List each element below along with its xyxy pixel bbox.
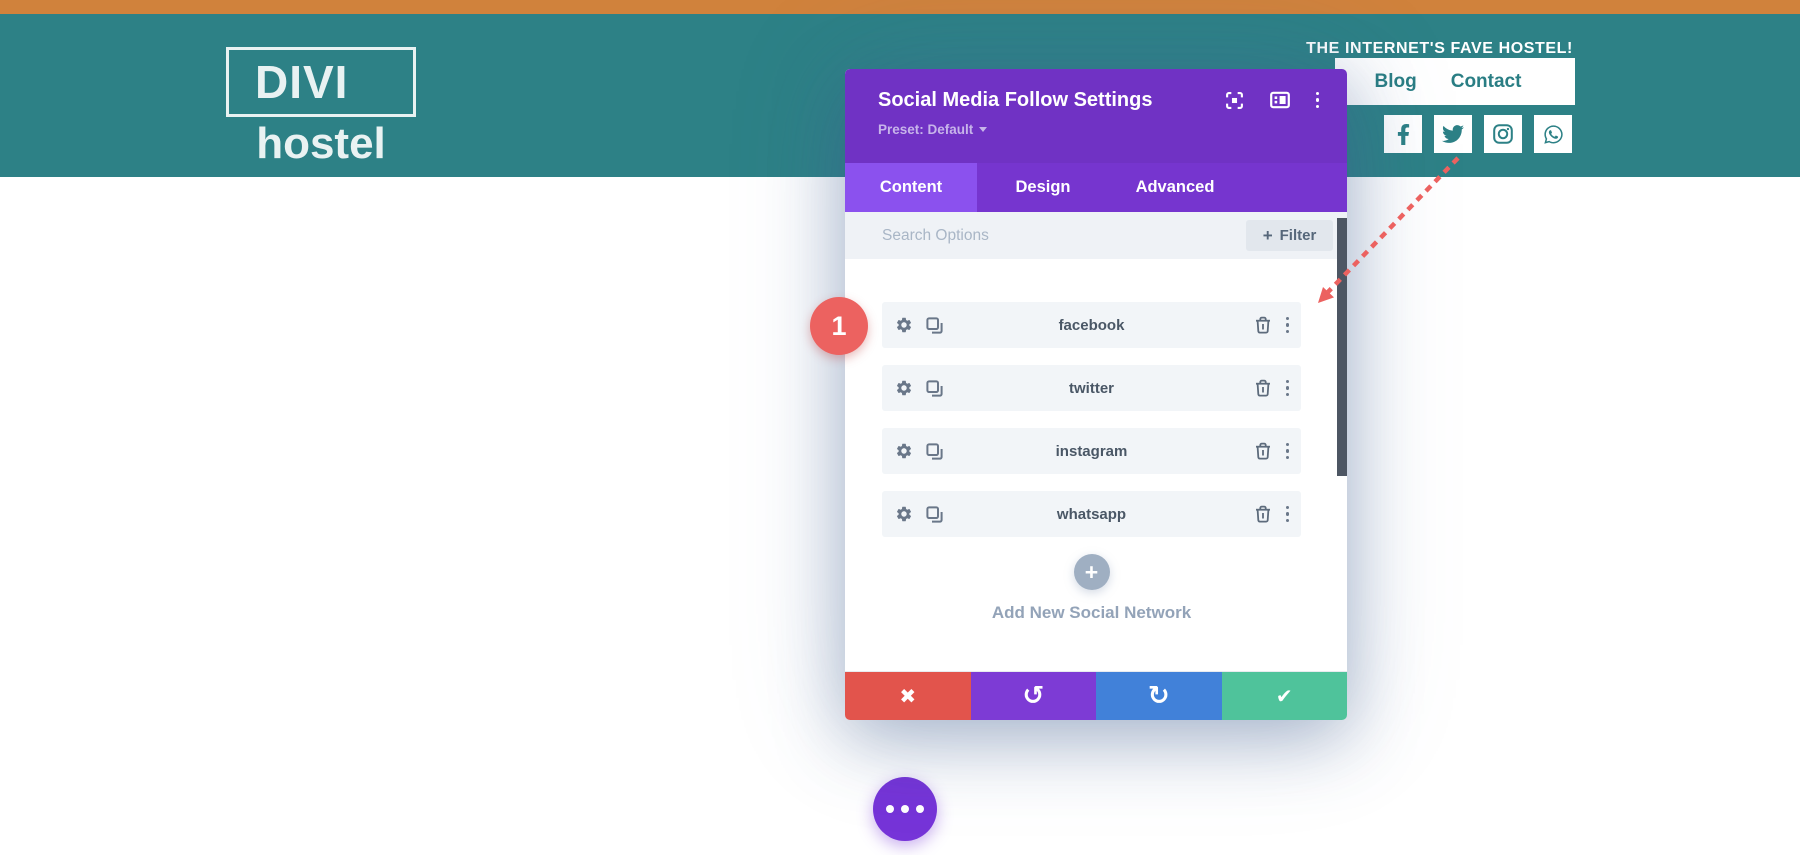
search-options-row: + Filter	[845, 212, 1347, 259]
instagram-icon	[1493, 124, 1513, 144]
modal-scrollbar[interactable]	[1337, 218, 1347, 476]
row-menu-kebab-icon[interactable]	[1285, 442, 1289, 460]
tab-advanced[interactable]: Advanced	[1109, 163, 1241, 212]
undo-button[interactable]: ↺	[970, 672, 1096, 720]
dot-icon	[901, 805, 909, 813]
close-icon: ✖	[899, 684, 917, 708]
whatsapp-icon	[1543, 124, 1563, 144]
twitter-link[interactable]	[1434, 115, 1472, 153]
modal-footer: ✖ ↺ ↻ ✔	[845, 671, 1347, 720]
dot-icon	[886, 805, 894, 813]
duplicate-icon[interactable]	[926, 379, 943, 397]
instagram-link[interactable]	[1484, 115, 1522, 153]
gear-icon[interactable]	[895, 379, 913, 397]
social-network-row-facebook[interactable]: facebook	[882, 302, 1301, 348]
social-media-follow-settings-modal: Social Media Follow Settings Preset: Def…	[845, 69, 1347, 720]
expand-icon[interactable]	[1225, 91, 1244, 110]
gear-icon[interactable]	[895, 505, 913, 523]
duplicate-icon[interactable]	[926, 442, 943, 460]
trash-icon[interactable]	[1254, 505, 1272, 523]
plus-icon: +	[1262, 225, 1273, 245]
modal-header: Social Media Follow Settings Preset: Def…	[845, 69, 1347, 163]
discard-button[interactable]: ✖	[845, 672, 971, 720]
row-menu-kebab-icon[interactable]	[1285, 316, 1289, 334]
builder-menu-fab[interactable]	[873, 777, 937, 841]
modal-menu-kebab-icon[interactable]	[1315, 91, 1319, 109]
facebook-icon	[1397, 123, 1409, 145]
tab-design[interactable]: Design	[977, 163, 1109, 212]
social-icons-row	[1384, 115, 1572, 153]
preset-selector[interactable]: Preset: Default	[878, 122, 988, 137]
filter-button-label: Filter	[1279, 227, 1317, 244]
logo-box: DIVI	[226, 47, 416, 117]
save-button[interactable]: ✔	[1221, 672, 1347, 720]
gear-icon[interactable]	[895, 442, 913, 460]
chevron-down-icon	[979, 127, 988, 132]
gear-icon[interactable]	[895, 316, 913, 334]
trash-icon[interactable]	[1254, 316, 1272, 334]
modal-body: facebook twitter instagram whatsapp + Ad…	[845, 259, 1347, 623]
trash-icon[interactable]	[1254, 442, 1272, 460]
tab-content[interactable]: Content	[845, 163, 977, 212]
row-menu-kebab-icon[interactable]	[1285, 505, 1289, 523]
preset-label: Preset: Default	[878, 122, 974, 137]
logo-text-bottom: hostel	[256, 119, 386, 168]
redo-icon: ↻	[1147, 681, 1170, 711]
dot-icon	[916, 805, 924, 813]
social-network-row-instagram[interactable]: instagram	[882, 428, 1301, 474]
social-network-row-whatsapp[interactable]: whatsapp	[882, 491, 1301, 537]
duplicate-icon[interactable]	[926, 316, 943, 334]
nav-link-contact[interactable]: Contact	[1451, 71, 1522, 93]
trash-icon[interactable]	[1254, 379, 1272, 397]
top-accent-bar	[0, 0, 1800, 14]
add-new-social-network-label: Add New Social Network	[991, 603, 1192, 622]
row-menu-kebab-icon[interactable]	[1285, 379, 1289, 397]
social-network-row-twitter[interactable]: twitter	[882, 365, 1301, 411]
twitter-icon	[1442, 125, 1464, 143]
step-badge: 1	[810, 297, 868, 355]
filter-button[interactable]: + Filter	[1246, 220, 1333, 251]
undo-icon: ↺	[1022, 681, 1045, 711]
facebook-link[interactable]	[1384, 115, 1422, 153]
plus-icon: +	[1084, 558, 1099, 585]
nav-link-blog[interactable]: Blog	[1375, 71, 1417, 93]
site-logo[interactable]: DIVI hostel	[226, 47, 416, 169]
search-options-input[interactable]	[880, 225, 1174, 246]
social-network-name: twitter	[1069, 379, 1114, 397]
duplicate-icon[interactable]	[926, 505, 943, 523]
site-navbar: Blog Contact	[1335, 58, 1575, 105]
social-network-name: whatsapp	[1056, 505, 1127, 523]
split-view-icon[interactable]	[1269, 91, 1290, 109]
add-new-social-network-button[interactable]: +	[1073, 554, 1110, 590]
logo-text-top: DIVI	[255, 56, 349, 108]
social-network-name: facebook	[1058, 316, 1125, 334]
modal-tabbar: Content Design Advanced	[845, 163, 1347, 212]
check-icon: ✔	[1275, 684, 1293, 708]
redo-button[interactable]: ↻	[1096, 672, 1222, 720]
site-tagline: THE INTERNET'S FAVE HOSTEL!	[1306, 40, 1573, 57]
social-network-name: instagram	[1055, 442, 1128, 460]
modal-title: Social Media Follow Settings	[878, 89, 1153, 111]
whatsapp-link[interactable]	[1534, 115, 1572, 153]
